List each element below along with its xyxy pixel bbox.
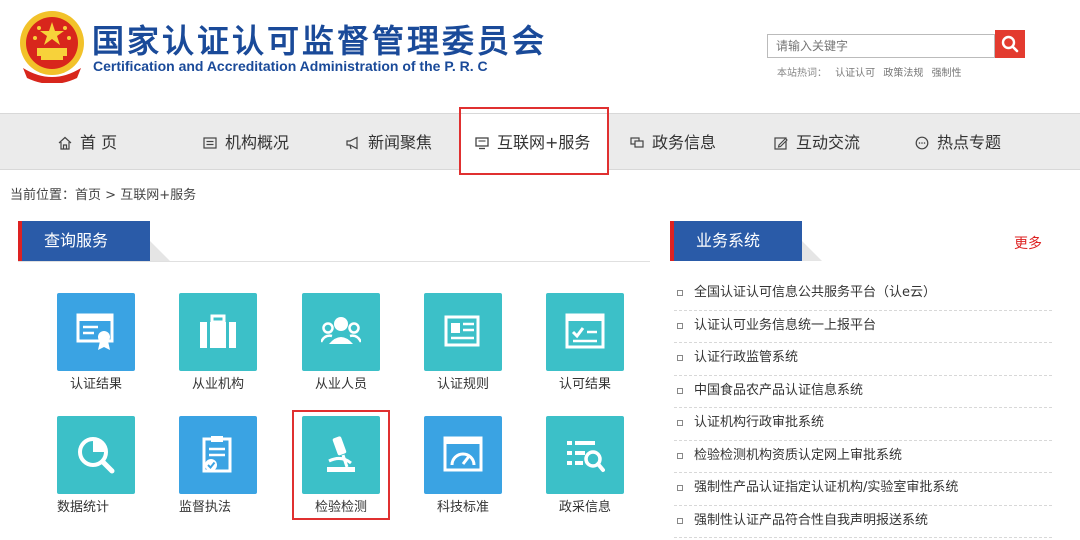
bullet-icon (677, 355, 683, 361)
tile-label[interactable]: 检验检测 (286, 496, 396, 515)
tile-label[interactable]: 从业人员 (286, 373, 396, 392)
nav-item-label: 新闻聚焦 (368, 133, 433, 152)
search-button[interactable] (995, 30, 1025, 58)
megaphone-icon (346, 136, 358, 149)
bullet-icon (677, 290, 683, 296)
business-systems-list: 全国认证认可信息公共服务平台（认e云） 认证认可业务信息统一上报平台 认证行政监… (674, 278, 1052, 538)
certificate-icon (76, 313, 114, 350)
nav-item-label: 首 页 (80, 133, 118, 152)
business-systems-header: 业务系统 (670, 221, 1050, 261)
chart-search-icon (78, 437, 115, 474)
briefcase-icon (200, 314, 236, 348)
tile-label[interactable]: 认证规则 (408, 373, 518, 392)
tile-procurement[interactable] (546, 416, 624, 494)
nav-item-home[interactable]: 首 页 (58, 114, 117, 171)
tile-label[interactable]: 科技标准 (408, 496, 518, 515)
bullet-icon (677, 387, 683, 394)
microscope-icon (327, 436, 355, 472)
checklist-icon (565, 313, 605, 349)
tile-institutions[interactable] (179, 293, 257, 371)
breadcrumb-current[interactable]: 互联网+服务 (120, 188, 196, 203)
clipboard-check-icon (202, 436, 232, 473)
tile-practitioners[interactable] (302, 293, 380, 371)
bullet-icon (677, 452, 683, 459)
nav-item-label: 热点专题 (937, 133, 1002, 152)
hot-word-link[interactable]: 强制性 (932, 68, 962, 79)
tile-tech-standards[interactable] (424, 416, 502, 494)
gauge-window-icon (443, 436, 483, 472)
flag-icon (630, 136, 644, 148)
nav-item-internet-service[interactable]: 互联网+服务 (461, 114, 607, 171)
site-title-cn: 国家认证认可监督管理委员会 (92, 22, 548, 60)
more-link[interactable]: 更多 (1014, 233, 1042, 253)
site-title-en: Certification and Accreditation Administ… (93, 58, 488, 74)
list-search-icon (567, 441, 605, 472)
bullet-icon (677, 420, 683, 426)
list-item[interactable]: 检验检测机构资质认定网上审批系统 (674, 441, 1052, 473)
nav-item-about[interactable]: 机构概况 (203, 114, 289, 171)
tile-label[interactable]: 监督执法 (150, 496, 260, 515)
query-services-header: 查询服务 (18, 221, 650, 262)
chat-icon (915, 136, 929, 149)
tile-label[interactable]: 从业机构 (163, 373, 273, 392)
tile-label[interactable]: 认证结果 (41, 373, 151, 392)
bullet-icon (677, 322, 683, 329)
home-icon (58, 136, 72, 150)
breadcrumb-home-link[interactable]: 首页 (75, 188, 101, 203)
list-item[interactable]: 全国认证认可信息公共服务平台（认e云） (674, 278, 1052, 311)
nav-item-label: 政务信息 (652, 133, 717, 152)
tile-label[interactable]: 数据统计 (28, 496, 138, 515)
id-card-icon (444, 315, 480, 347)
national-emblem-icon[interactable] (17, 8, 87, 83)
breadcrumb-separator: > (105, 188, 117, 203)
nav-item-label: 互联网+服务 (497, 133, 591, 152)
nav-item-label: 互动交流 (796, 133, 861, 152)
site-header: 国家认证认可监督管理委员会 Certification and Accredit… (0, 0, 1080, 113)
edit-icon (774, 136, 788, 150)
business-systems-title: 业务系统 (670, 221, 802, 261)
nav-item-news[interactable]: 新闻聚焦 (346, 114, 432, 171)
tile-accreditation-results[interactable] (546, 293, 624, 371)
list-item[interactable]: 认证机构行政审批系统 (674, 408, 1052, 441)
people-icon (321, 317, 361, 344)
list-item[interactable]: 认证认可业务信息统一上报平台 (674, 311, 1052, 343)
breadcrumb-prefix: 当前位置： (10, 188, 76, 203)
hot-words: 本站热词： 认证认可 政策法规 强制性 (777, 64, 967, 79)
query-services-title: 查询服务 (18, 221, 150, 261)
nav-item-label: 机构概况 (225, 133, 290, 152)
bullet-icon (677, 485, 683, 491)
hot-words-label: 本站热词： (777, 68, 827, 79)
hot-word-link[interactable]: 认证认可 (835, 68, 875, 79)
hot-word-link[interactable]: 政策法规 (883, 68, 923, 79)
list-item[interactable]: 认证行政监管系统 (674, 343, 1052, 376)
breadcrumb: 当前位置：首页 > 互联网+服务 (10, 184, 196, 203)
list-item[interactable]: 强制性产品认证指定认证机构/实验室审批系统 (674, 473, 1052, 506)
list-item[interactable]: 强制性认证产品符合性自我声明报送系统 (674, 506, 1052, 538)
tile-statistics[interactable] (57, 416, 135, 494)
tile-supervision[interactable] (179, 416, 257, 494)
tile-label[interactable]: 政采信息 (530, 496, 640, 515)
list-icon (203, 136, 217, 149)
search-icon (1001, 35, 1019, 53)
nav-item-government-info[interactable]: 政务信息 (630, 114, 716, 171)
search-input[interactable] (767, 34, 995, 58)
main-nav: 首 页 机构概况 新闻聚焦 互联网+服务 政务信息 互动交流 热点专题 (0, 113, 1080, 171)
nav-item-interaction[interactable]: 互动交流 (774, 114, 860, 171)
nav-item-hot-topics[interactable]: 热点专题 (915, 114, 1001, 171)
tile-certification-results[interactable] (57, 293, 135, 371)
list-item[interactable]: 中国食品农产品认证信息系统 (674, 376, 1052, 408)
tile-certification-rules[interactable] (424, 293, 502, 371)
tile-label[interactable]: 认可结果 (530, 373, 640, 392)
monitor-icon (475, 136, 489, 149)
bullet-icon (677, 517, 683, 524)
tile-inspection-testing[interactable] (302, 416, 380, 494)
